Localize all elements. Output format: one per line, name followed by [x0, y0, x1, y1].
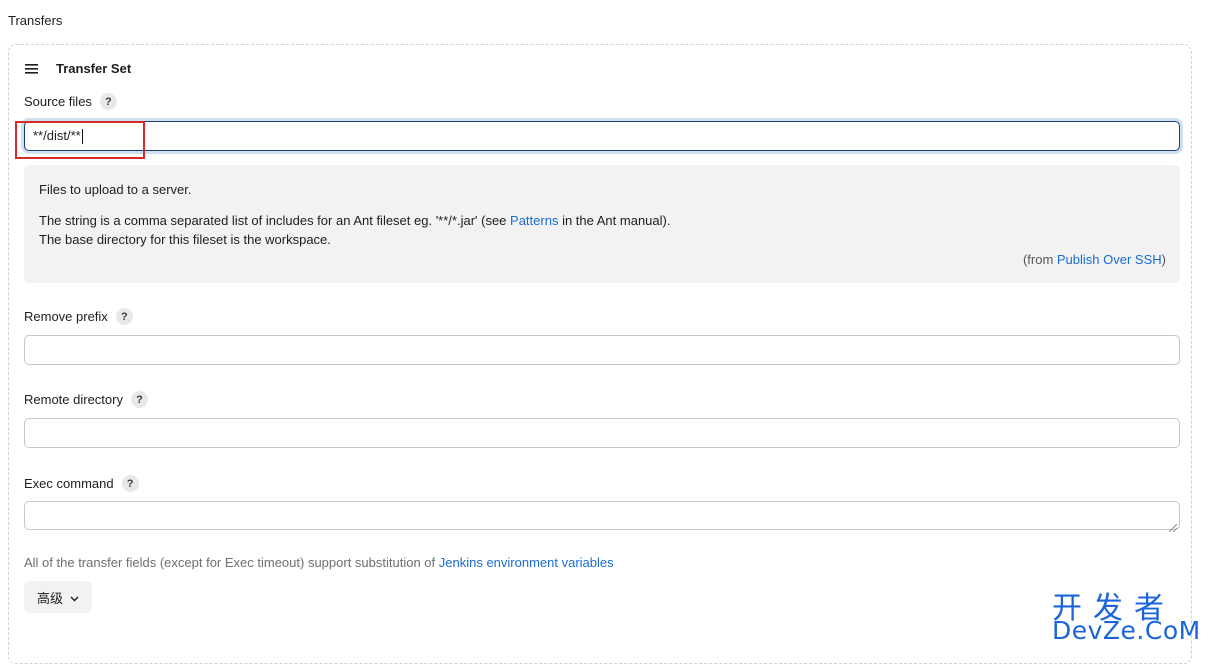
remote-directory-help-icon[interactable]: ?	[130, 391, 148, 408]
exec-command-textarea[interactable]	[24, 501, 1180, 533]
drag-handle-icon[interactable]	[25, 63, 39, 74]
help-line-3: The base directory for this fileset is t…	[39, 232, 331, 247]
source-files-input[interactable]: **/dist/**	[24, 121, 1180, 151]
publish-over-ssh-link[interactable]: Publish Over SSH	[1057, 252, 1162, 267]
advanced-button[interactable]: 高级	[24, 581, 92, 613]
help-line-2-post: in the Ant manual).	[558, 213, 671, 228]
help-line-2: The string is a comma separated list of …	[39, 211, 670, 230]
remote-directory-label-row: Remote directory ?	[24, 391, 148, 408]
substitution-note: All of the transfer fields (except for E…	[24, 555, 614, 570]
exec-command-label-row: Exec command ?	[24, 475, 139, 492]
substitution-note-text: All of the transfer fields (except for E…	[24, 555, 439, 570]
remove-prefix-input[interactable]	[24, 335, 1180, 365]
card-header: Transfer Set	[25, 61, 131, 76]
source-files-help-icon[interactable]: ?	[99, 93, 117, 110]
watermark-en: DevZe.CoM	[1052, 616, 1201, 645]
help-line-2-pre: The string is a comma separated list of …	[39, 213, 511, 228]
source-files-label-row: Source files ?	[24, 93, 117, 110]
remove-prefix-label-row: Remove prefix ?	[24, 308, 133, 325]
help-line-1: Files to upload to a server.	[39, 182, 192, 197]
source-files-help-panel: Files to upload to a server. The string …	[24, 165, 1180, 283]
section-title: Transfers	[8, 13, 63, 28]
from-pre: (from	[1022, 252, 1057, 267]
remote-directory-label: Remote directory	[24, 392, 123, 407]
card-title: Transfer Set	[56, 61, 132, 76]
advanced-label: 高级	[36, 590, 63, 606]
chevron-down-icon	[70, 590, 79, 605]
transfer-set-card: Transfer Set Source files ? **/dist/** F…	[8, 44, 1192, 664]
exec-command-help-icon[interactable]: ?	[121, 475, 139, 492]
highlight-annotation	[15, 121, 145, 159]
watermark-logo: 开发者 DevZe.CoM	[1052, 583, 1202, 645]
remote-directory-input[interactable]	[24, 418, 1180, 448]
remove-prefix-help-icon[interactable]: ?	[115, 308, 133, 325]
help-source-line: (from Publish Over SSH)	[1023, 250, 1166, 269]
source-files-label: Source files	[24, 94, 92, 109]
from-post: )	[1161, 252, 1166, 267]
patterns-link[interactable]: Patterns	[510, 213, 558, 228]
resize-grip-icon[interactable]	[1168, 519, 1178, 533]
exec-command-label: Exec command	[24, 476, 114, 491]
jenkins-env-vars-link[interactable]: Jenkins environment variables	[439, 555, 614, 570]
remove-prefix-label: Remove prefix	[24, 309, 108, 324]
